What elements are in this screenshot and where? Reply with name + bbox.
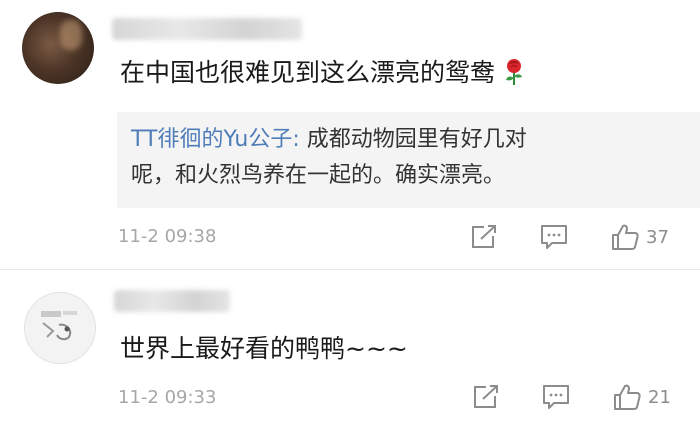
comment-body: 在中国也很难见到这么漂亮的鸳鸯	[120, 58, 496, 87]
share-icon	[474, 385, 498, 408]
comment-icon	[541, 225, 567, 249]
like-count: 37	[646, 226, 669, 248]
timestamp: 11-2 09:33	[118, 387, 217, 408]
timestamp: 11-2 09:38	[118, 226, 217, 247]
like-button[interactable]: 37	[610, 222, 669, 252]
reply-box[interactable]: TT徘徊的Yu公子: 成都动物园里有好几对 呢，和火烈鸟养在一起的。确实漂亮。	[117, 112, 700, 208]
thumbs-up-icon	[614, 384, 641, 410]
comment-item: 世界上最好看的鸭鸭~~~ 11-2 09:33 21	[0, 270, 700, 427]
avatar[interactable]	[22, 12, 94, 84]
comment-icon	[543, 385, 569, 409]
reply-line-1: TT徘徊的Yu公子: 成都动物园里有好几对	[131, 122, 686, 158]
comment-button[interactable]	[542, 384, 570, 410]
share-icon	[472, 225, 496, 248]
share-button[interactable]	[470, 224, 498, 250]
reply-text: 成都动物园里有好几对	[299, 127, 527, 152]
thumbs-up-icon	[612, 224, 639, 250]
comment-item: 在中国也很难见到这么漂亮的鸳鸯 TT徘徊的Yu公子: 成都动物园里有好几对 呢，…	[0, 0, 700, 270]
like-button[interactable]: 21	[612, 382, 671, 412]
comment-text: 在中国也很难见到这么漂亮的鸳鸯	[120, 58, 525, 88]
username-blurred[interactable]	[112, 18, 302, 40]
comment-button[interactable]	[540, 224, 568, 250]
avatar[interactable]	[24, 292, 96, 364]
reply-author-link[interactable]: TT徘徊的Yu公子:	[131, 127, 300, 152]
comment-body: 世界上最好看的鸭鸭~~~	[120, 334, 408, 363]
avatar-photo	[60, 20, 82, 50]
username-blurred[interactable]	[114, 290, 230, 312]
like-count: 21	[648, 386, 671, 408]
reply-line-2: 呢，和火烈鸟养在一起的。确实漂亮。	[131, 163, 506, 188]
share-button[interactable]	[472, 384, 500, 410]
avatar-sketch	[41, 311, 77, 341]
rose-icon	[503, 58, 525, 86]
